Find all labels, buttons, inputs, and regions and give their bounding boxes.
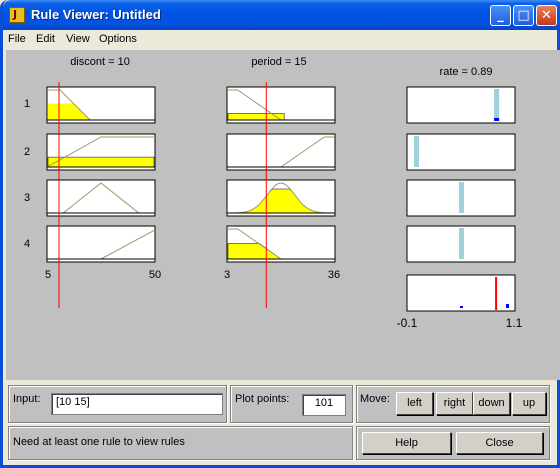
output-label: rate = 0.89 bbox=[440, 66, 493, 78]
input-panel: Input: [10 15] bbox=[8, 385, 227, 423]
window-title: Rule Viewer: Untitled bbox=[31, 7, 161, 22]
output-singleton-bar bbox=[459, 228, 464, 259]
menu-options[interactable]: Options bbox=[99, 33, 137, 45]
input1-range-min: 5 bbox=[45, 269, 51, 281]
mf-plot-box bbox=[226, 133, 336, 171]
title-bar[interactable]: J Rule Viewer: Untitled _ □ ✕ bbox=[3, 0, 560, 30]
aggregate-mark bbox=[506, 304, 509, 308]
aggregate-output-box bbox=[406, 274, 516, 312]
matlab-icon: J bbox=[9, 7, 25, 23]
minimize-button[interactable]: _ bbox=[490, 5, 511, 26]
output-singleton-bar bbox=[494, 89, 500, 120]
menu-bar: File Edit View Options bbox=[3, 30, 557, 50]
rule-plot-boxes bbox=[46, 86, 516, 312]
close-button[interactable]: Close bbox=[456, 432, 543, 454]
plot-points-field[interactable]: 101 bbox=[302, 394, 346, 416]
close-window-button[interactable]: ✕ bbox=[536, 5, 557, 26]
move-left-button[interactable]: left bbox=[396, 392, 433, 415]
rule-number: 2 bbox=[24, 146, 30, 158]
app-icon-glyph: J bbox=[13, 8, 18, 21]
mf-plot-box bbox=[46, 225, 156, 263]
move-label: Move: bbox=[360, 393, 390, 405]
aggregate-mark bbox=[460, 306, 463, 308]
input2-label: period = 15 bbox=[251, 56, 306, 68]
input1-range-max: 50 bbox=[149, 269, 161, 281]
rule-number: 1 bbox=[24, 98, 30, 110]
status-panel: Need at least one rule to view rules bbox=[8, 426, 353, 460]
output-singleton-mark bbox=[494, 118, 500, 121]
rule-plot-area: discont = 10 period = 15 rate = 0.89 1 2… bbox=[6, 50, 560, 380]
input2-range-max: 36 bbox=[328, 269, 340, 281]
rule-viewer-window: J Rule Viewer: Untitled _ □ ✕ File Edit … bbox=[0, 0, 560, 468]
rule-plots[interactable]: discont = 10 period = 15 rate = 0.89 1 2… bbox=[6, 50, 560, 380]
output-singleton-bar bbox=[459, 182, 464, 213]
menu-file[interactable]: File bbox=[8, 33, 26, 45]
input1-label: discont = 10 bbox=[70, 56, 130, 68]
mf-plot-box bbox=[406, 133, 516, 171]
output-singleton-bar bbox=[414, 136, 419, 167]
plot-points-label: Plot points: bbox=[235, 393, 290, 405]
plot-points-panel: Plot points: 101 bbox=[230, 385, 353, 423]
input-label: Input: bbox=[13, 393, 41, 405]
move-right-button[interactable]: right bbox=[436, 392, 473, 415]
input-vector-field[interactable]: [10 15] bbox=[51, 393, 223, 415]
input2-range-min: 3 bbox=[224, 269, 230, 281]
move-down-button[interactable]: down bbox=[473, 392, 510, 415]
menu-edit[interactable]: Edit bbox=[36, 33, 55, 45]
help-button[interactable]: Help bbox=[362, 432, 451, 454]
output-range-min: -0.1 bbox=[397, 316, 418, 330]
rule-number: 3 bbox=[24, 192, 30, 204]
move-panel: Move: left right down up bbox=[356, 385, 550, 423]
action-panel: Help Close bbox=[356, 426, 550, 460]
rule-number: 4 bbox=[24, 238, 30, 250]
status-text: Need at least one rule to view rules bbox=[13, 436, 185, 448]
menu-view[interactable]: View bbox=[66, 33, 90, 45]
move-up-button[interactable]: up bbox=[512, 392, 546, 415]
output-range-max: 1.1 bbox=[506, 316, 523, 330]
maximize-button[interactable]: □ bbox=[513, 5, 534, 26]
mf-fill bbox=[47, 156, 155, 168]
mf-plot-box bbox=[46, 179, 156, 217]
